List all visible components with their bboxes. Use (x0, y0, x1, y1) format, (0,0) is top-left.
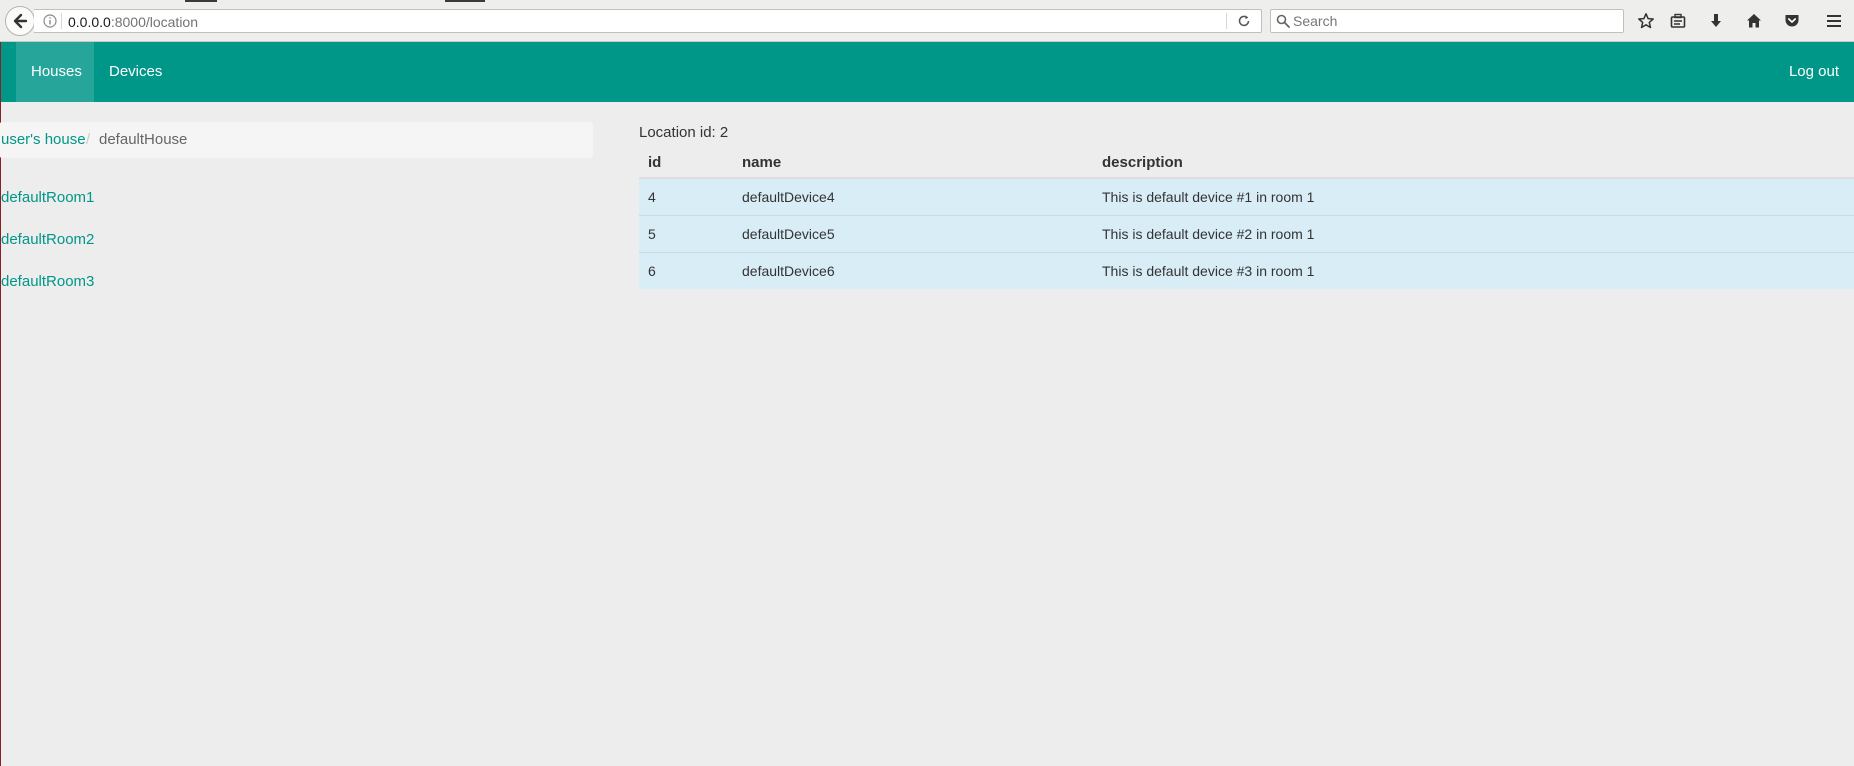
url-host: 0.0.0.0 (68, 14, 111, 30)
tab-edge (445, 0, 485, 2)
browser-toolbar: 0.0.0.0:8000/location (0, 0, 1854, 42)
column-header-description: description (1093, 147, 1854, 179)
tab-edge (185, 0, 217, 2)
url-text[interactable]: 0.0.0.0:8000/location (68, 14, 198, 30)
star-icon[interactable] (1636, 11, 1656, 31)
search-icon (1276, 14, 1290, 28)
breadcrumb: user's house / defaultHouse (0, 122, 593, 158)
url-path: :8000/location (110, 14, 199, 30)
cell-id: 6 (639, 251, 733, 289)
app-navbar: Houses Devices Log out (0, 42, 1854, 102)
url-bar[interactable]: 0.0.0.0:8000/location (34, 9, 1262, 33)
breadcrumb-current: defaultHouse (99, 131, 188, 148)
cell-name: defaultDevice6 (733, 251, 1093, 289)
clipboard-icon[interactable] (1668, 11, 1688, 31)
menu-icon[interactable] (1824, 11, 1844, 31)
cell-description: This is default device #3 in room 1 (1093, 251, 1854, 289)
nav-item-houses[interactable]: Houses (16, 42, 94, 102)
logout-link[interactable]: Log out (1774, 42, 1854, 102)
room-link[interactable]: defaultRoom2 (1, 231, 94, 248)
nav-item-devices[interactable]: Devices (94, 42, 174, 102)
table-header-row: id name description (639, 147, 1854, 179)
cell-id: 5 (639, 214, 733, 252)
cell-description: This is default device #1 in room 1 (1093, 177, 1854, 215)
column-header-name: name (733, 147, 1093, 179)
devices-table: id name description 4 defaultDevice4 Thi… (639, 147, 1854, 289)
download-icon[interactable] (1706, 11, 1726, 31)
room-link[interactable]: defaultRoom1 (1, 189, 94, 206)
info-icon[interactable] (42, 13, 58, 29)
cell-name: defaultDevice5 (733, 214, 1093, 252)
reload-icon[interactable] (1235, 13, 1253, 29)
url-separator (61, 13, 62, 29)
reload-separator (1226, 13, 1227, 29)
location-id-label: Location id: 2 (639, 124, 729, 141)
table-row[interactable]: 6 defaultDevice6 This is default device … (639, 251, 1854, 289)
pocket-icon[interactable] (1782, 11, 1802, 31)
home-icon[interactable] (1744, 11, 1764, 31)
cell-name: defaultDevice4 (733, 177, 1093, 215)
tab-strip (0, 0, 1854, 2)
column-header-id: id (639, 147, 733, 179)
room-link[interactable]: defaultRoom3 (1, 273, 94, 290)
breadcrumb-divider: / (86, 131, 91, 148)
search-input[interactable] (1293, 10, 1613, 32)
cell-description: This is default device #2 in room 1 (1093, 214, 1854, 252)
table-row[interactable]: 4 defaultDevice4 This is default device … (639, 177, 1854, 215)
cell-id: 4 (639, 177, 733, 215)
back-button[interactable] (5, 6, 35, 36)
search-bar[interactable] (1270, 9, 1624, 33)
back-arrow-icon (13, 13, 28, 29)
breadcrumb-parent-link[interactable]: user's house (1, 122, 86, 158)
table-row[interactable]: 5 defaultDevice5 This is default device … (639, 214, 1854, 252)
